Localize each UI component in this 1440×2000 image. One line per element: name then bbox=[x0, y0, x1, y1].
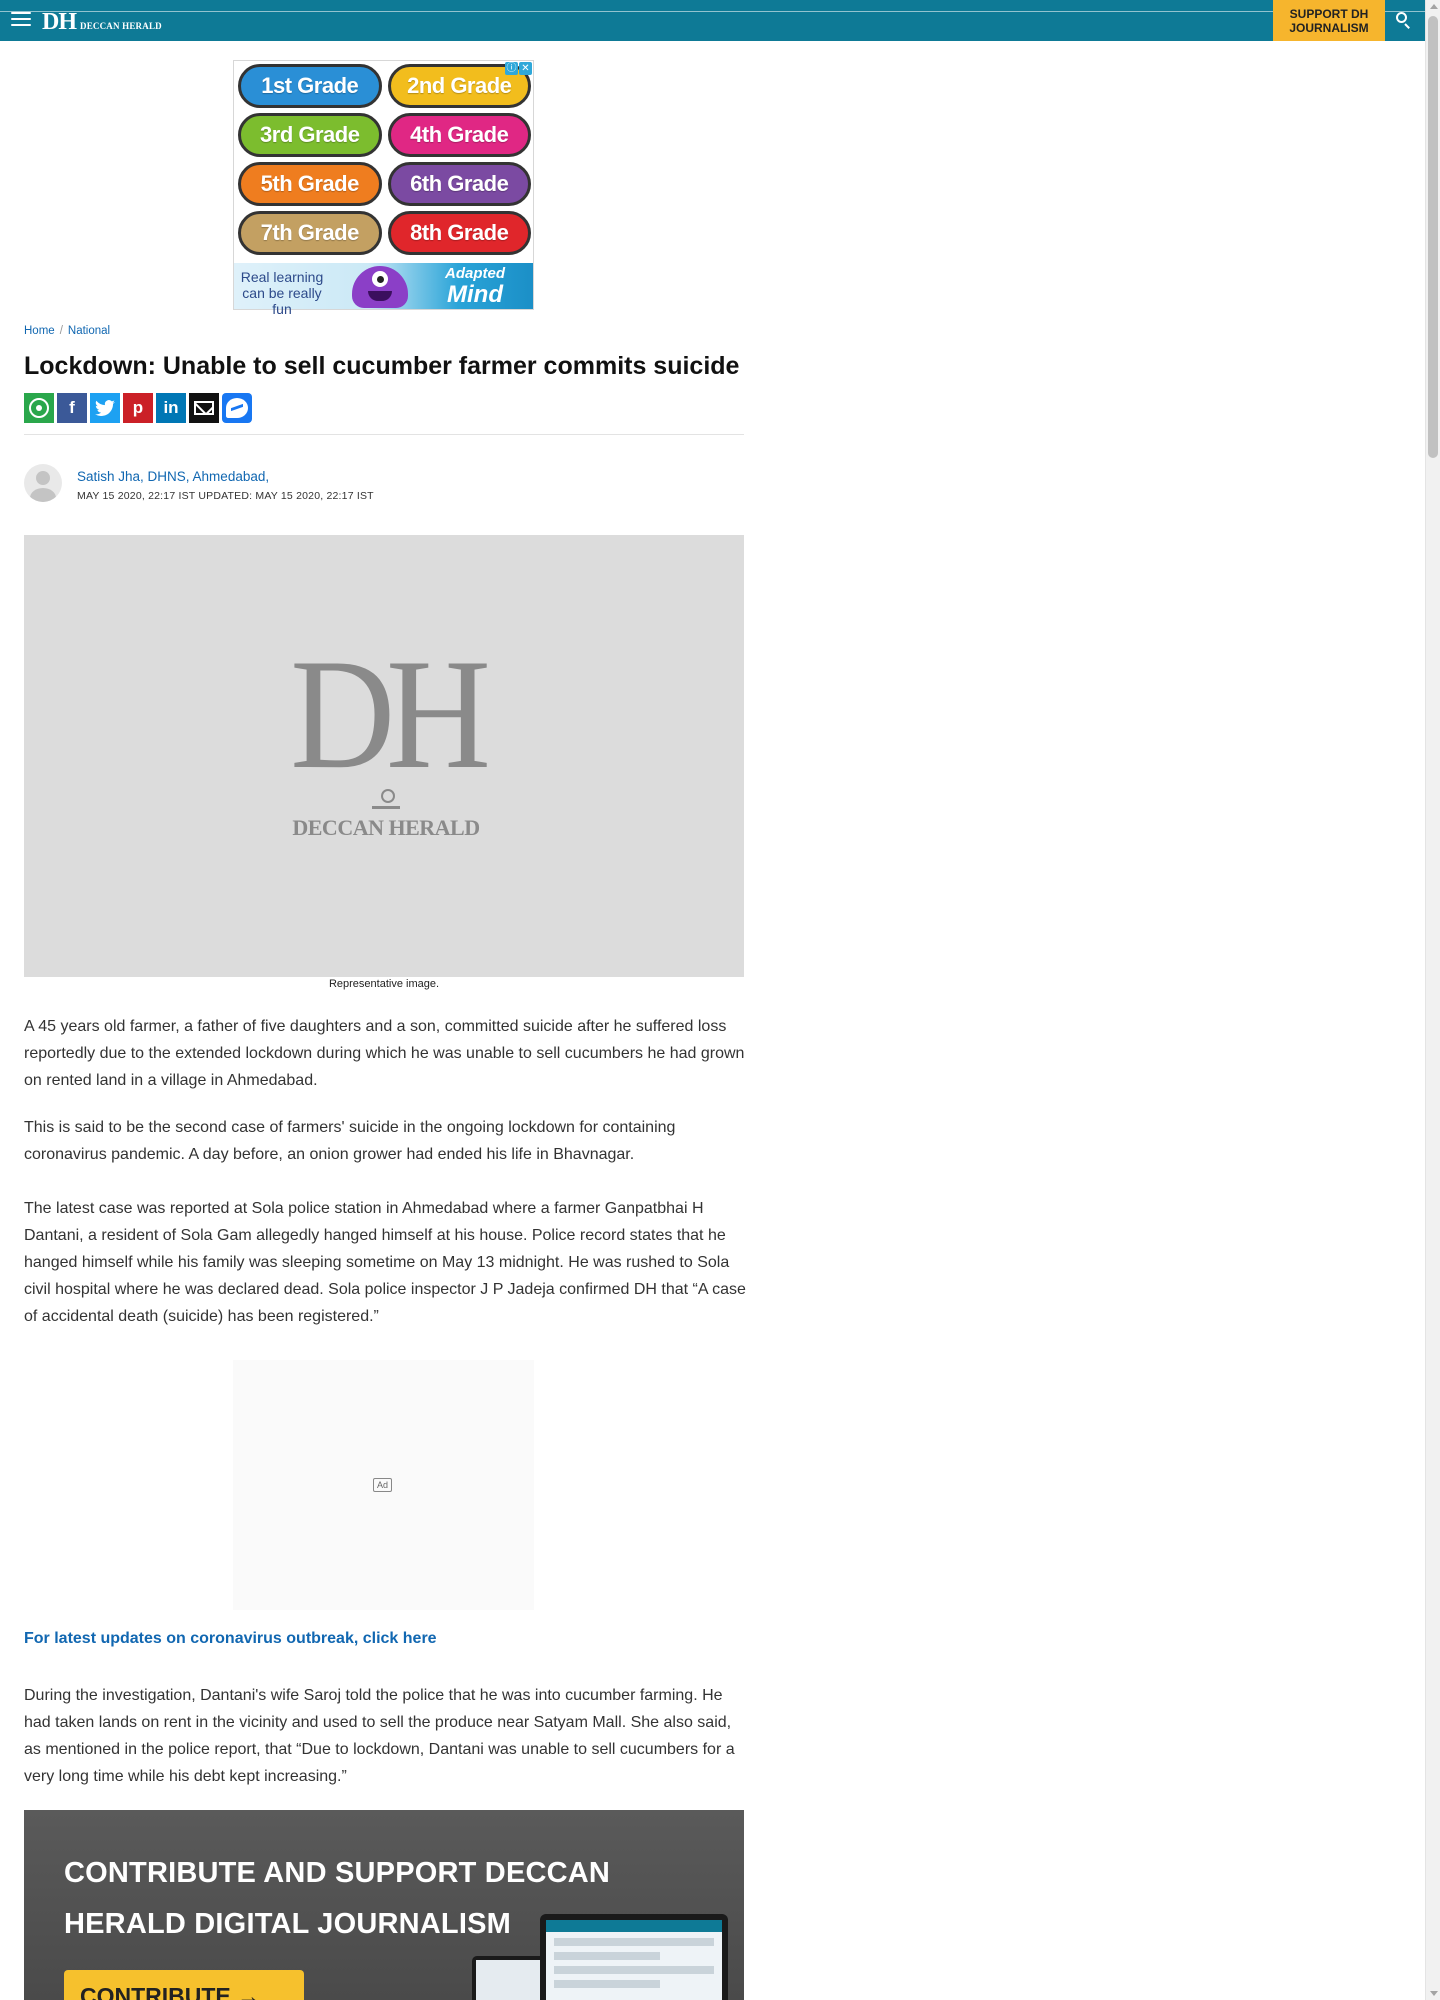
hamburger-menu-icon[interactable] bbox=[11, 12, 31, 26]
ad-footer-strip: Real learning can be really fun Adapted … bbox=[234, 263, 533, 317]
grade-button[interactable]: 1st Grade bbox=[238, 64, 382, 108]
linkedin-icon[interactable]: in bbox=[156, 393, 186, 423]
scroll-up-arrow-icon[interactable] bbox=[1430, 4, 1438, 9]
grade-button[interactable]: 8th Grade bbox=[387, 211, 531, 255]
placeholder-logo-mark: DH bbox=[290, 627, 491, 802]
coronavirus-updates-link[interactable]: For latest updates on coronavirus outbre… bbox=[24, 1630, 437, 1648]
breadcrumb-home[interactable]: Home bbox=[24, 325, 55, 337]
monster-mascot-icon bbox=[352, 266, 408, 308]
linkedin-glyph: in bbox=[163, 398, 179, 417]
breadcrumb-national[interactable]: National bbox=[68, 325, 110, 337]
grade-button[interactable]: 3rd Grade bbox=[238, 113, 382, 157]
support-dh-journalism-button[interactable]: SUPPORT DH JOURNALISM bbox=[1273, 0, 1385, 41]
logo-mark: DH bbox=[42, 9, 77, 35]
twitter-icon[interactable] bbox=[90, 393, 120, 423]
ad-label: Ad bbox=[373, 1478, 393, 1492]
author-avatar bbox=[24, 464, 62, 502]
page-scrollbar[interactable] bbox=[1425, 0, 1440, 2000]
contribute-button[interactable]: CONTRIBUTE → bbox=[64, 1970, 304, 2000]
share-bar: f p in bbox=[24, 393, 252, 423]
article-hero-image: DH DECCAN HERALD bbox=[24, 535, 744, 977]
logo-name: DECCAN HERALD bbox=[80, 21, 162, 31]
grade-buttons-grid: 1st Grade 2nd Grade 3rd Grade 4th Grade 5th … bbox=[238, 64, 531, 255]
article-paragraph: During the investigation, Dantani's wife… bbox=[24, 1687, 735, 1785]
article-paragraph: A 45 years old farmer, a father of five … bbox=[24, 1018, 745, 1089]
contribute-promo-banner[interactable]: CONTRIBUTE AND SUPPORT DECCAN HERALD DIG… bbox=[24, 1810, 744, 2000]
monitor-device-illustration bbox=[540, 1914, 728, 2000]
scrollbar-thumb[interactable] bbox=[1428, 16, 1438, 458]
ad-brand-logo: Adapted Mind bbox=[420, 265, 530, 307]
facebook-glyph: f bbox=[69, 398, 75, 417]
dh-placeholder-logo: DH DECCAN HERALD bbox=[281, 627, 491, 841]
breadcrumb: Home / National bbox=[24, 325, 110, 337]
scroll-down-arrow-icon[interactable] bbox=[1430, 1991, 1438, 1996]
inline-ad-slot[interactable]: Ad bbox=[233, 1360, 534, 1610]
grade-button[interactable]: 4th Grade bbox=[387, 113, 531, 157]
pinterest-glyph: p bbox=[132, 398, 144, 417]
tablet-device-illustration bbox=[472, 1956, 546, 2000]
email-icon[interactable] bbox=[189, 393, 219, 423]
emblem-icon bbox=[372, 789, 400, 809]
image-caption: Representative image. bbox=[328, 978, 440, 990]
author-name-link[interactable]: Satish Jha, DHNS, Ahmedabad, bbox=[77, 469, 269, 484]
grade-button[interactable]: 6th Grade bbox=[387, 162, 531, 206]
whatsapp-icon[interactable] bbox=[24, 393, 54, 423]
ad-choices-controls: ⓘ ✕ bbox=[505, 62, 532, 75]
pinterest-icon[interactable]: p bbox=[123, 393, 153, 423]
top-nav-bar: DH DECCAN HERALD SUPPORT DH JOURNALISM bbox=[0, 0, 1425, 41]
grade-button[interactable]: 7th Grade bbox=[238, 211, 382, 255]
placeholder-logo-name: DECCAN HERALD bbox=[292, 815, 480, 840]
adchoices-icon[interactable]: ⓘ bbox=[505, 62, 518, 75]
breadcrumb-separator: / bbox=[59, 325, 63, 337]
grade-button[interactable]: 5th Grade bbox=[238, 162, 382, 206]
publish-dateline: MAY 15 2020, 22:17 IST UPDATED: MAY 15 2… bbox=[77, 490, 374, 502]
header-rule bbox=[0, 11, 1425, 12]
site-logo[interactable]: DH DECCAN HERALD bbox=[42, 6, 162, 34]
search-icon[interactable] bbox=[1394, 10, 1414, 30]
facebook-icon[interactable]: f bbox=[57, 393, 87, 423]
top-banner-ad[interactable]: 1st Grade 2nd Grade 3rd Grade 4th Grade 5th … bbox=[233, 60, 534, 317]
ad-brand-line2: Mind bbox=[447, 281, 503, 308]
article-paragraph: The latest case was reported at Sola pol… bbox=[24, 1200, 746, 1325]
article-paragraph: This is said to be the second case of fa… bbox=[24, 1119, 676, 1163]
close-icon[interactable]: ✕ bbox=[519, 62, 532, 75]
article-title: Lockdown: Unable to sell cucumber farmer… bbox=[24, 352, 740, 380]
messenger-icon[interactable] bbox=[222, 393, 252, 423]
title-divider bbox=[24, 434, 744, 435]
ad-tagline: Real learning can be really fun bbox=[240, 269, 324, 317]
